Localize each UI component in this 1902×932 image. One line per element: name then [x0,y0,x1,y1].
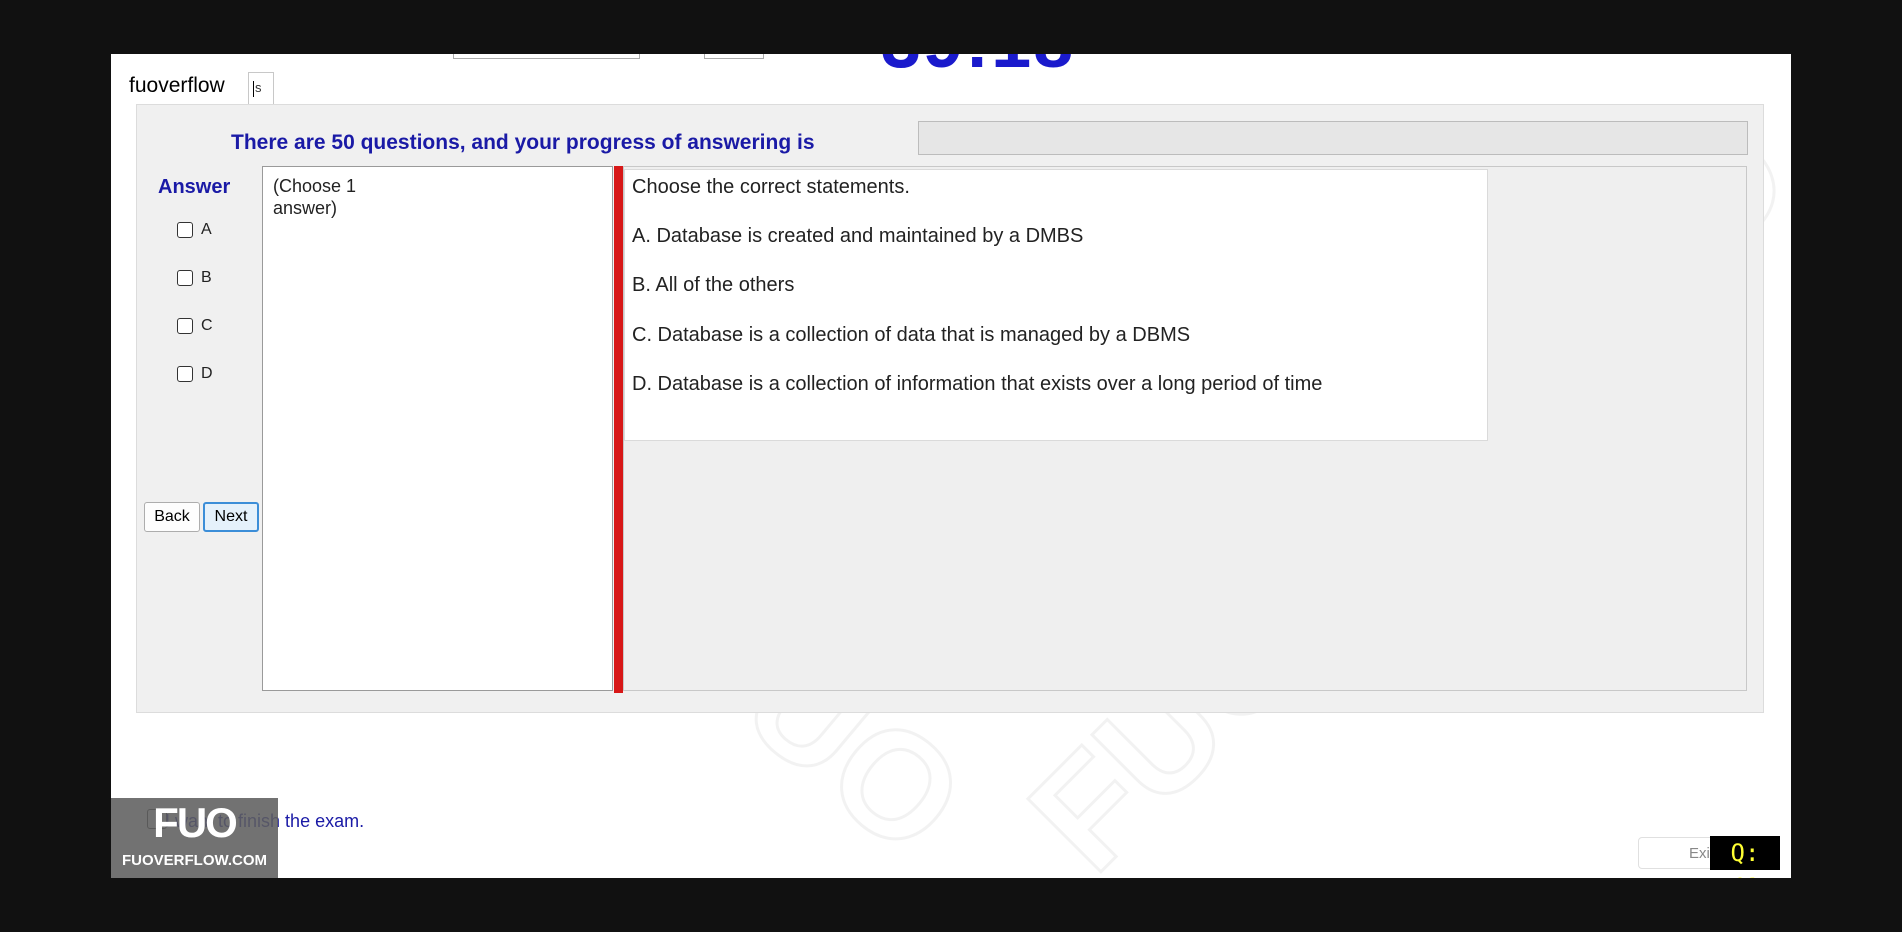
answer-option-label: C [201,317,213,334]
tab-stub-label: s [255,80,262,95]
exam-window: FUO FUO FUO FUO FUO FUO FUO FUO 39:18 fu… [111,54,1791,878]
choose-hint: (Choose 1 answer) [273,176,357,218]
question-option-c: C. Database is a collection of data that… [632,324,1191,346]
checkbox-a[interactable] [177,222,193,238]
answer-option-label: A [201,221,212,238]
choose-hint-box: (Choose 1 answer) [262,166,613,691]
back-button[interactable]: Back [144,502,200,532]
next-button[interactable]: Next [203,502,259,532]
top-dropdown[interactable] [453,54,640,59]
progress-label: There are 50 questions, and your progres… [231,131,815,154]
panel-splitter[interactable] [614,166,623,693]
checkbox-b[interactable] [177,270,193,286]
question-box: Choose the correct statements. A. Databa… [624,169,1488,441]
top-small-box[interactable] [704,54,764,59]
answer-option-a[interactable]: A [177,221,212,239]
logo-text: FUOVERFLOW.COM [122,852,267,869]
question-option-b: B. All of the others [632,274,795,296]
logo-mark: FUO [153,799,238,846]
exit-button[interactable]: Exit [1638,837,1716,869]
checkbox-d[interactable] [177,366,193,382]
question-prompt: Choose the correct statements. [632,176,910,198]
answer-option-label: D [201,365,213,382]
answer-option-c[interactable]: C [177,317,213,335]
tab-stub[interactable]: s [248,72,274,104]
question-option-a: A. Database is created and maintained by… [632,225,1084,247]
text-cursor [253,80,254,97]
exam-timer: 39:18 [881,54,1075,84]
site-label: fuoverflow [129,74,225,97]
question-option-d: D. Database is a collection of informati… [632,373,1323,395]
answer-option-b[interactable]: B [177,269,212,287]
question-number-badge: Q: 41 [1710,836,1780,878]
answer-title: Answer [158,176,231,198]
answer-option-d[interactable]: D [177,365,213,383]
progress-bar [918,121,1748,155]
checkbox-c[interactable] [177,318,193,334]
fuo-logo: FUO FUOVERFLOW.COM [111,798,278,878]
answer-option-label: B [201,269,212,286]
